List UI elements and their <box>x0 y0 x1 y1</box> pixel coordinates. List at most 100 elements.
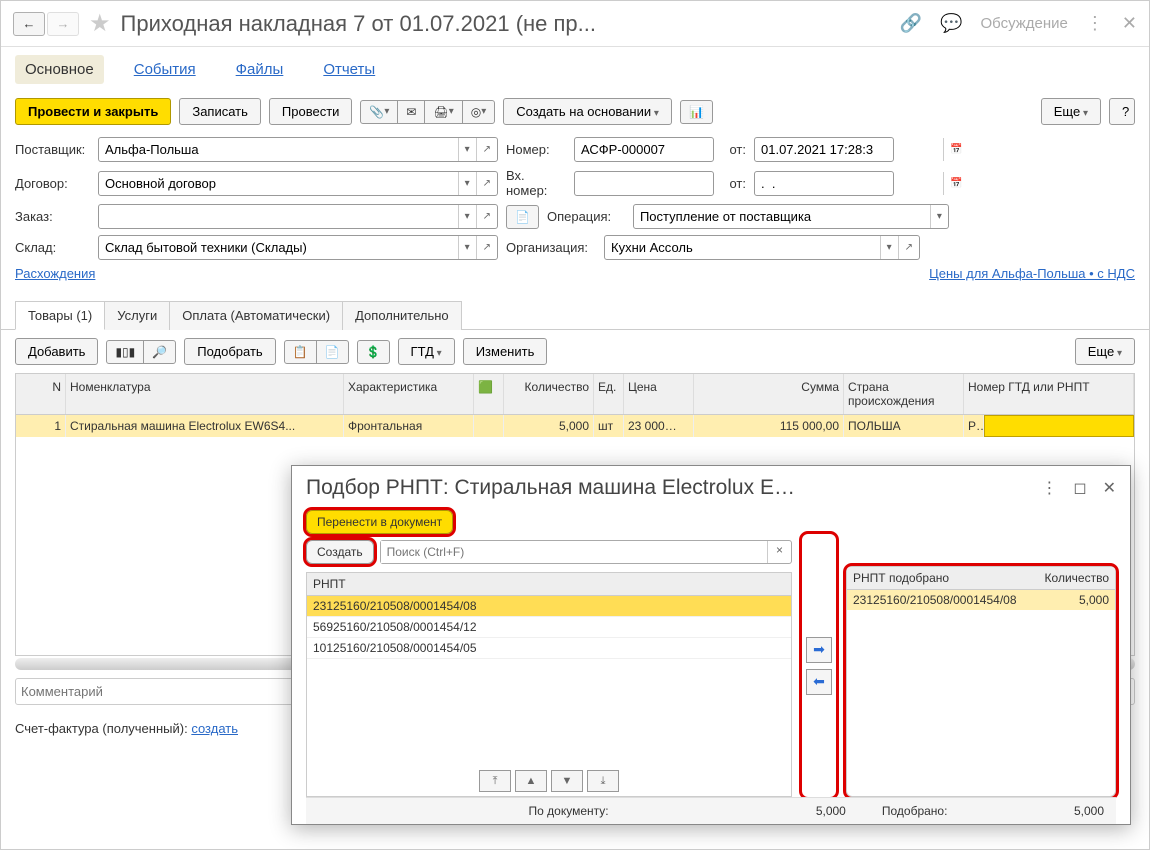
post-button[interactable]: Провести <box>269 98 353 125</box>
list-item[interactable]: 56925160/210508/0001454/12 <box>307 617 791 638</box>
open-icon[interactable]: ↗ <box>476 236 497 259</box>
more-button[interactable]: Еще <box>1041 98 1101 125</box>
tab-reports[interactable]: Отчеты <box>313 55 385 84</box>
copy-icon[interactable]: 📋 <box>284 340 317 364</box>
warehouse-input[interactable]: ▾↗ <box>98 235 498 260</box>
add-button[interactable]: Добавить <box>15 338 98 365</box>
attach-icon-button[interactable]: 📎 <box>360 100 398 124</box>
clear-search-icon[interactable]: × <box>767 541 791 563</box>
label-warehouse: Склад: <box>15 240 90 255</box>
calendar-icon[interactable]: 📅 <box>943 172 968 195</box>
main-window: ← → ★ Приходная накладная 7 от 01.07.202… <box>0 0 1150 850</box>
tab-files[interactable]: Файлы <box>226 55 294 84</box>
scroll-up-icon[interactable]: ▲ <box>515 770 547 792</box>
col-n[interactable]: N <box>16 374 66 414</box>
gtd-button[interactable]: ГТД <box>398 338 455 365</box>
number-input[interactable] <box>574 137 714 162</box>
chevron-down-icon[interactable]: ▾ <box>930 205 948 228</box>
selected-row[interactable]: 23125160/210508/0001454/08 5,000 <box>847 590 1115 610</box>
chevron-down-icon[interactable]: ▾ <box>880 236 898 259</box>
open-icon[interactable]: ↗ <box>476 138 497 161</box>
transfer-to-document-button[interactable]: Перенести в документ <box>306 510 453 534</box>
open-icon[interactable]: ↗ <box>476 172 497 195</box>
sub-more-button[interactable]: Еще <box>1075 338 1135 365</box>
scroll-bottom-icon[interactable]: ⤓ <box>587 770 619 792</box>
dialog-kebab-icon[interactable]: ⋮ <box>1041 478 1057 498</box>
nav-forward-button[interactable]: → <box>47 12 79 36</box>
tab-main[interactable]: Основное <box>15 55 104 84</box>
col-nom[interactable]: Номенклатура <box>66 374 344 414</box>
chevron-down-icon[interactable]: ▾ <box>458 236 476 259</box>
report-icon-button[interactable]: 📊 <box>680 100 713 124</box>
ext-date-input[interactable]: 📅 <box>754 171 894 196</box>
dialog-close-icon[interactable]: ✕ <box>1103 478 1116 498</box>
create-invoice-link[interactable]: создать <box>191 721 238 736</box>
gtd-active-cell[interactable] <box>984 415 1134 437</box>
move-right-icon[interactable]: ➡ <box>806 637 832 663</box>
help-button[interactable]: ? <box>1109 98 1135 125</box>
subtab-additional[interactable]: Дополнительно <box>342 301 462 330</box>
move-left-icon[interactable]: ⬅ <box>806 669 832 695</box>
col-tracking-icon[interactable]: 🟩 <box>474 374 504 414</box>
label-from: от: <box>722 142 746 157</box>
titlebar: ← → ★ Приходная накладная 7 от 01.07.202… <box>1 1 1149 47</box>
list-item[interactable]: 23125160/210508/0001454/08 <box>307 596 791 617</box>
order-input[interactable]: ▾↗ <box>98 204 498 229</box>
col-country[interactable]: Страна происхождения <box>844 374 964 414</box>
col-qty[interactable]: Количество <box>504 374 594 414</box>
operation-input[interactable]: ▾ <box>633 204 949 229</box>
close-icon[interactable]: ✕ <box>1122 13 1137 34</box>
tab-events[interactable]: События <box>124 55 206 84</box>
misc-icon-button[interactable]: ◎ <box>462 100 496 124</box>
dialog-maximize-icon[interactable]: ◻ <box>1073 478 1086 498</box>
subtab-goods[interactable]: Товары (1) <box>15 301 105 330</box>
barcode-icon[interactable]: ▮▯▮ <box>106 340 144 364</box>
order-fill-icon[interactable]: 📄 <box>506 205 539 229</box>
pick-button[interactable]: Подобрать <box>184 338 275 365</box>
ext-number-input[interactable] <box>574 171 714 196</box>
link-icon[interactable]: 🔗 <box>900 13 922 34</box>
open-icon[interactable]: ↗ <box>476 205 497 228</box>
col-unit[interactable]: Ед. <box>594 374 624 414</box>
subtab-payment[interactable]: Оплата (Автоматически) <box>169 301 343 330</box>
link-diffs[interactable]: Расхождения <box>15 266 95 281</box>
dialog-footer: По документу: 5,000 Подобрано: 5,000 <box>306 797 1116 824</box>
paste-icon[interactable]: 📄 <box>316 340 349 364</box>
post-and-close-button[interactable]: Провести и закрыть <box>15 98 171 125</box>
organization-input[interactable]: ▾↗ <box>604 235 920 260</box>
calendar-icon[interactable]: 📅 <box>943 138 968 161</box>
list-item[interactable]: 10125160/210508/0001454/05 <box>307 638 791 659</box>
col-sum[interactable]: Сумма <box>694 374 844 414</box>
open-icon[interactable]: ↗ <box>898 236 919 259</box>
money-icon[interactable]: 💲 <box>357 340 390 364</box>
discuss-icon[interactable]: 💬 <box>940 13 962 34</box>
supplier-input[interactable]: ▾↗ <box>98 137 498 162</box>
nav-back-button[interactable]: ← <box>13 12 45 36</box>
table-row[interactable]: 1 Стиральная машина Electrolux EW6S4... … <box>16 415 1134 437</box>
scroll-down-icon[interactable]: ▼ <box>551 770 583 792</box>
chevron-down-icon[interactable]: ▾ <box>458 172 476 195</box>
scroll-top-icon[interactable]: ⤒ <box>479 770 511 792</box>
chevron-down-icon[interactable]: ▾ <box>458 138 476 161</box>
print-icon-button[interactable]: 🖨 <box>424 100 462 124</box>
discuss-label[interactable]: Обсуждение <box>981 15 1068 32</box>
kebab-icon[interactable]: ⋮ <box>1086 13 1104 34</box>
col-gtd[interactable]: Номер ГТД или РНПТ <box>964 374 1134 414</box>
link-prices[interactable]: Цены для Альфа-Польша • с НДС <box>929 266 1135 281</box>
create-based-on-button[interactable]: Создать на основании <box>503 98 672 125</box>
save-button[interactable]: Записать <box>179 98 261 125</box>
label-organization: Организация: <box>506 240 596 255</box>
email-icon-button[interactable]: ✉ <box>397 100 425 124</box>
create-rnpt-button[interactable]: Создать <box>306 540 374 564</box>
search-input[interactable]: × <box>380 540 792 564</box>
contract-input[interactable]: ▾↗ <box>98 171 498 196</box>
label-from-2: от: <box>722 176 746 191</box>
col-char[interactable]: Характеристика <box>344 374 474 414</box>
date-input[interactable]: 📅 <box>754 137 894 162</box>
col-price[interactable]: Цена <box>624 374 694 414</box>
scanner-icon[interactable]: 🔎 <box>143 340 176 364</box>
edit-button[interactable]: Изменить <box>463 338 548 365</box>
favorite-icon[interactable]: ★ <box>89 9 111 38</box>
subtab-services[interactable]: Услуги <box>104 301 170 330</box>
chevron-down-icon[interactable]: ▾ <box>458 205 476 228</box>
